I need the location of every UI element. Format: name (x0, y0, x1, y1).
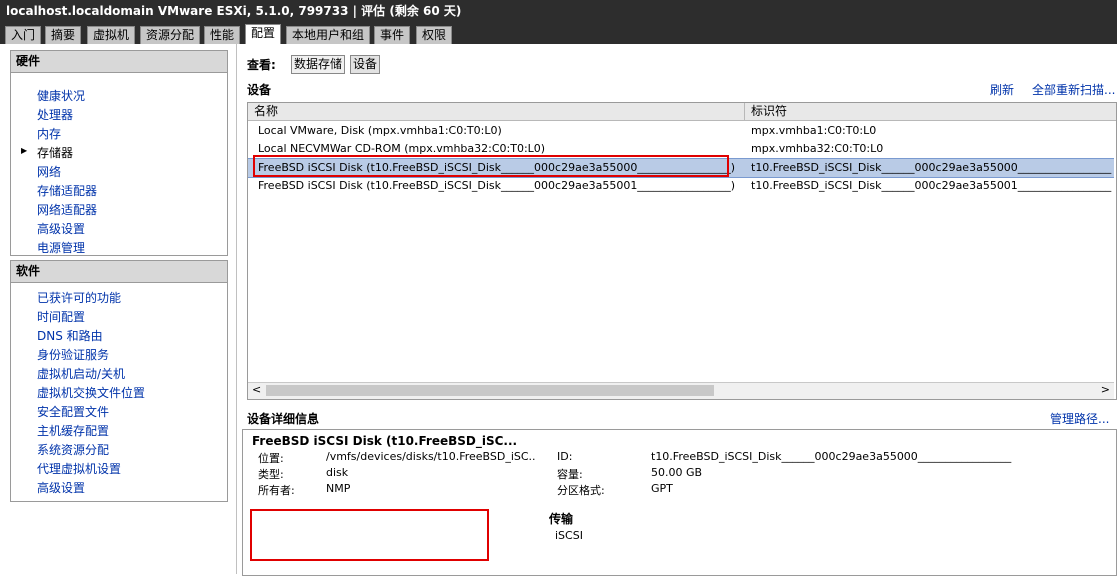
highlight-box (250, 509, 489, 561)
main-content: 查看: 数据存储 设备 设备 刷新 全部重新扫描... 名称 标识符 Local… (237, 44, 1117, 576)
device-identifier: mpx.vmhba32:C0:T0:L0 (751, 142, 884, 155)
table-header: 名称 标识符 (248, 103, 1116, 121)
device-identifier: t10.FreeBSD_iSCSI_Disk______000c29ae3a55… (751, 161, 1112, 174)
tab-configuration[interactable]: 配置 (245, 24, 282, 44)
detail-type-value: disk (326, 466, 349, 479)
software-header: 软件 (11, 261, 227, 283)
sidebar-item-storage[interactable]: 存储器 (37, 144, 73, 161)
tab-bar: 入门 摘要 虚拟机 资源分配 性能 配置 本地用户和组 事件 权限 (0, 22, 1117, 44)
detail-location-value: /vmfs/devices/disks/t10.FreeBSD_iSC.. (326, 450, 536, 463)
sidebar-item-licensed-features[interactable]: 已获许可的功能 (37, 289, 121, 306)
detail-device-name: FreeBSD iSCSI Disk (t10.FreeBSD_iSC... (252, 434, 518, 448)
column-header-identifier[interactable]: 标识符 (745, 103, 1115, 120)
view-datastores-button[interactable]: 数据存储 (291, 55, 346, 74)
detail-partition-label: 分区格式: (557, 484, 605, 497)
sidebar-item-security-profile[interactable]: 安全配置文件 (37, 403, 109, 420)
detail-transport-label: 传输 (549, 512, 574, 526)
table-row[interactable]: Local VMware, Disk (mpx.vmhba1:C0:T0:L0)… (248, 122, 1114, 140)
devices-title: 设备 (247, 83, 272, 97)
detail-id-value: t10.FreeBSD_iSCSI_Disk______000c29ae3a55… (651, 450, 1012, 463)
detail-capacity-value: 50.00 GB (651, 466, 703, 479)
device-name: Local VMware, Disk (mpx.vmhba1:C0:T0:L0) (258, 124, 502, 137)
scroll-left-icon[interactable]: < (252, 383, 261, 396)
window-title: localhost.localdomain VMware ESXi, 5.1.0… (0, 0, 1117, 22)
sidebar-item-network-adapters[interactable]: 网络适配器 (37, 201, 97, 218)
detail-partition-value: GPT (651, 482, 673, 495)
tab-permissions[interactable]: 权限 (416, 26, 453, 44)
sidebar-item-memory[interactable]: 内存 (37, 125, 61, 142)
sidebar-item-advanced-settings[interactable]: 高级设置 (37, 220, 85, 237)
sidebar-item-system-resource[interactable]: 系统资源分配 (37, 441, 109, 458)
rescan-all-link[interactable]: 全部重新扫描... (1032, 81, 1115, 98)
highlight-box (253, 155, 729, 177)
left-sidebar: 硬件 健康状况 处理器 内存 ▶ 存储器 网络 存储适配器 网络适配器 高级设置… (0, 44, 237, 574)
hardware-panel: 硬件 健康状况 处理器 内存 ▶ 存储器 网络 存储适配器 网络适配器 高级设置… (10, 50, 228, 256)
view-label: 查看: (247, 58, 276, 72)
tab-events[interactable]: 事件 (374, 26, 411, 44)
tab-performance[interactable]: 性能 (204, 26, 241, 44)
sidebar-item-agent-vm[interactable]: 代理虚拟机设置 (37, 460, 121, 477)
detail-transport-value: iSCSI (555, 529, 583, 542)
sidebar-item-time-configuration[interactable]: 时间配置 (37, 308, 85, 325)
sidebar-item-dns-routing[interactable]: DNS 和路由 (37, 327, 103, 344)
sidebar-item-networking[interactable]: 网络 (37, 163, 61, 180)
selected-arrow-icon: ▶ (21, 146, 28, 155)
sidebar-item-storage-adapters[interactable]: 存储适配器 (37, 182, 97, 199)
device-details-title: 设备详细信息 (247, 412, 320, 426)
device-name: FreeBSD iSCSI Disk (t10.FreeBSD_iSCSI_Di… (258, 179, 736, 192)
tab-resource-allocation[interactable]: 资源分配 (140, 26, 201, 44)
sidebar-item-vm-startup[interactable]: 虚拟机启动/关机 (37, 365, 125, 382)
view-devices-button[interactable]: 设备 (350, 55, 381, 74)
detail-id-label: ID: (557, 450, 573, 463)
refresh-link[interactable]: 刷新 (990, 81, 1014, 98)
detail-capacity-label: 容量: (557, 468, 583, 481)
tab-local-users-groups[interactable]: 本地用户和组 (286, 26, 371, 44)
sidebar-item-swapfile-location[interactable]: 虚拟机交换文件位置 (37, 384, 145, 401)
detail-owner-value: NMP (326, 482, 351, 495)
sidebar-item-authentication[interactable]: 身份验证服务 (37, 346, 109, 363)
manage-paths-link[interactable]: 管理路径... (1050, 410, 1109, 427)
tab-vms[interactable]: 虚拟机 (87, 26, 136, 44)
horizontal-scrollbar[interactable]: < > (248, 382, 1114, 399)
devices-table: 名称 标识符 Local VMware, Disk (mpx.vmhba1:C0… (247, 102, 1117, 400)
hardware-header: 硬件 (11, 51, 227, 73)
detail-type-label: 类型: (258, 468, 284, 481)
software-panel: 软件 已获许可的功能 时间配置 DNS 和路由 身份验证服务 虚拟机启动/关机 … (10, 260, 228, 502)
scrollbar-thumb[interactable] (266, 385, 714, 396)
sidebar-item-power-management[interactable]: 电源管理 (37, 239, 85, 256)
detail-owner-label: 所有者: (258, 484, 295, 497)
scroll-right-icon[interactable]: > (1101, 383, 1110, 396)
device-identifier: mpx.vmhba1:C0:T0:L0 (751, 124, 877, 137)
sidebar-item-advanced-settings-sw[interactable]: 高级设置 (37, 479, 85, 496)
table-row[interactable]: FreeBSD iSCSI Disk (t10.FreeBSD_iSCSI_Di… (248, 177, 1114, 195)
tab-summary[interactable]: 摘要 (45, 26, 82, 44)
sidebar-item-health[interactable]: 健康状况 (37, 87, 85, 104)
detail-location-label: 位置: (258, 452, 284, 465)
sidebar-item-processors[interactable]: 处理器 (37, 106, 73, 123)
column-header-name[interactable]: 名称 (248, 103, 745, 120)
device-identifier: t10.FreeBSD_iSCSI_Disk______000c29ae3a55… (751, 179, 1112, 192)
sidebar-item-host-cache[interactable]: 主机缓存配置 (37, 422, 109, 439)
tab-getting-started[interactable]: 入门 (5, 26, 42, 44)
